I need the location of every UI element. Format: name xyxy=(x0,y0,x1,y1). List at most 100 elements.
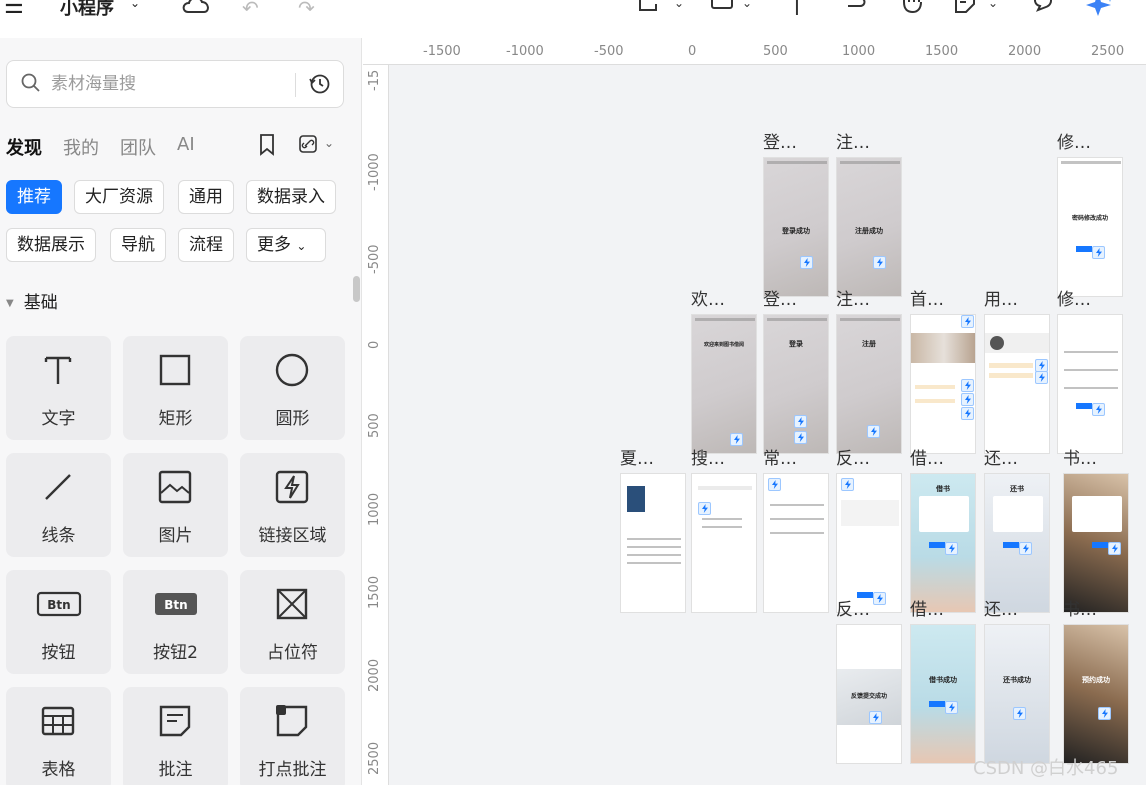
tile-pin-annotation[interactable]: 打点批注 xyxy=(240,687,345,785)
frame-return-success[interactable]: 还书成功 xyxy=(984,624,1050,764)
comment-icon[interactable] xyxy=(1030,0,1056,14)
frame-label[interactable]: 夏… xyxy=(620,444,654,469)
text-line xyxy=(627,554,681,556)
frame-faq[interactable] xyxy=(763,473,829,613)
frame-register-success[interactable]: 注册成功 xyxy=(836,157,902,297)
tile-button[interactable]: Btn 按钮 xyxy=(6,570,111,674)
frame-book-reserve[interactable] xyxy=(1063,473,1129,613)
frame-label[interactable]: 常… xyxy=(763,444,797,469)
text-cursor-icon[interactable]: I xyxy=(794,0,800,20)
chip-data-display[interactable]: 数据展示 xyxy=(6,228,96,262)
frame-label[interactable]: 用… xyxy=(984,285,1018,310)
chip-navigation[interactable]: 导航 xyxy=(110,228,166,262)
chip-data-entry[interactable]: 数据录入 xyxy=(246,180,336,214)
redo-icon[interactable]: ↷ xyxy=(298,0,315,20)
frame-feedback-success[interactable]: 反馈提交成功 xyxy=(836,624,902,764)
design-canvas[interactable]: -1500 -1000 -500 0 500 1000 1500 2000 25… xyxy=(363,38,1146,785)
tile-label: 打点批注 xyxy=(258,760,327,780)
chip-more[interactable]: 更多 ⌄ xyxy=(246,228,326,262)
frame-label[interactable]: 借… xyxy=(910,595,944,620)
ai-sparkle-icon[interactable] xyxy=(1086,0,1116,16)
chevron-down-icon[interactable]: ⌄ xyxy=(130,0,140,10)
frame-return[interactable]: 还书 xyxy=(984,473,1050,613)
tile-table[interactable]: 表格 xyxy=(6,687,111,785)
cloud-icon[interactable] xyxy=(180,0,212,16)
link-hotspot-icon xyxy=(1092,246,1105,259)
frame-label[interactable]: 修… xyxy=(1057,128,1091,153)
chevron-down-icon[interactable]: ⌄ xyxy=(674,0,684,10)
frame-icon[interactable] xyxy=(638,0,664,14)
tile-button2[interactable]: Btn 按钮2 xyxy=(123,570,228,674)
tab-mine[interactable]: 我的 xyxy=(63,134,99,160)
frame-home[interactable] xyxy=(910,314,976,454)
link-icon[interactable] xyxy=(298,134,318,154)
frame-book-detail[interactable] xyxy=(620,473,686,613)
frame-label[interactable]: 注… xyxy=(836,128,870,153)
frame-label[interactable]: 登… xyxy=(763,285,797,310)
connector-icon[interactable] xyxy=(842,0,868,14)
scrollbar-thumb[interactable] xyxy=(353,276,360,302)
pin-annotation-icon xyxy=(276,705,308,737)
frame-label[interactable]: 反… xyxy=(836,444,870,469)
frame-user[interactable] xyxy=(984,314,1050,454)
frame-label[interactable]: 修… xyxy=(1057,285,1091,310)
frame-label[interactable]: 首… xyxy=(910,285,944,310)
rectangle-icon[interactable] xyxy=(710,0,734,12)
frame-reserve-success[interactable]: 预约成功 xyxy=(1063,624,1129,764)
tile-image[interactable]: 图片 xyxy=(123,453,228,557)
chip-general[interactable]: 通用 xyxy=(178,180,234,214)
undo-icon[interactable]: ↶ xyxy=(242,0,259,20)
tile-placeholder[interactable]: 占位符 xyxy=(240,570,345,674)
frame-label[interactable]: 搜… xyxy=(691,444,725,469)
frame-password-changed[interactable]: 密码修改成功 xyxy=(1057,157,1123,297)
link-hotspot-icon xyxy=(867,425,880,438)
search-input[interactable] xyxy=(51,71,291,97)
frame-borrow[interactable]: 借书 xyxy=(910,473,976,613)
frame-label[interactable]: 注… xyxy=(836,285,870,310)
menu-icon[interactable]: ☰ xyxy=(4,0,24,19)
frame-welcome[interactable]: 欢迎来到图书借阅 xyxy=(691,314,757,454)
chip-big-company[interactable]: 大厂资源 xyxy=(74,180,164,214)
frame-search[interactable] xyxy=(691,473,757,613)
frame-caption: 还书成功 xyxy=(1003,676,1031,684)
frame-label[interactable]: 还… xyxy=(984,595,1018,620)
chevron-down-icon[interactable]: ⌄ xyxy=(742,0,752,10)
tab-team[interactable]: 团队 xyxy=(120,134,156,160)
app-title[interactable]: 小程序 xyxy=(60,0,114,20)
tile-circle[interactable]: 圆形 xyxy=(240,336,345,440)
chip-flow[interactable]: 流程 xyxy=(178,228,234,262)
tile-text[interactable]: 文字 xyxy=(6,336,111,440)
frame-label[interactable]: 反… xyxy=(836,595,870,620)
tile-label: 线条 xyxy=(41,526,76,546)
frame-register[interactable]: 注册 xyxy=(836,314,902,454)
frame-label[interactable]: 登… xyxy=(763,128,797,153)
frame-label[interactable]: 书… xyxy=(1063,595,1097,620)
chip-recommended[interactable]: 推荐 xyxy=(6,180,62,214)
tile-label: 链接区域 xyxy=(258,526,327,546)
hand-icon[interactable] xyxy=(900,0,926,14)
note-icon[interactable] xyxy=(954,0,978,14)
frame-change-password[interactable] xyxy=(1057,314,1123,454)
tile-rectangle[interactable]: 矩形 xyxy=(123,336,228,440)
tile-line[interactable]: 线条 xyxy=(6,453,111,557)
frame-feedback[interactable] xyxy=(836,473,902,613)
frame-borrow-success[interactable]: 借书成功 xyxy=(910,624,976,764)
button-filled-icon: Btn xyxy=(155,593,197,615)
tile-label: 矩形 xyxy=(158,409,193,429)
history-icon[interactable] xyxy=(309,73,331,95)
bookmark-icon[interactable] xyxy=(258,134,276,156)
search-box[interactable] xyxy=(6,60,344,108)
chevron-down-icon[interactable]: ⌄ xyxy=(324,136,334,150)
frame-label[interactable]: 还… xyxy=(984,444,1018,469)
frame-label[interactable]: 书… xyxy=(1063,444,1097,469)
chevron-down-icon[interactable]: ⌄ xyxy=(988,0,998,10)
frame-login-success[interactable]: 登录成功 xyxy=(763,157,829,297)
tab-ai[interactable]: AI xyxy=(177,134,195,155)
frame-login[interactable]: 登录 xyxy=(763,314,829,454)
frame-label[interactable]: 借… xyxy=(910,444,944,469)
frame-label[interactable]: 欢… xyxy=(691,285,725,310)
section-basic[interactable]: ▼ 基础 xyxy=(6,288,58,313)
tab-discover[interactable]: 发现 xyxy=(6,134,42,160)
tile-annotation[interactable]: 批注 xyxy=(123,687,228,785)
tile-link-area[interactable]: 链接区域 xyxy=(240,453,345,557)
